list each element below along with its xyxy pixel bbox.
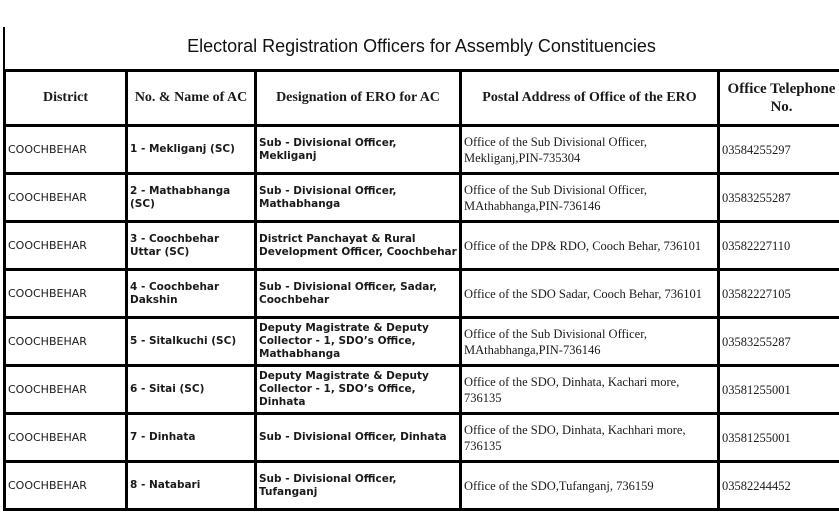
table-row: COOCHBEHAR 1 - Mekliganj (SC) Sub - Divisi… <box>3 124 839 175</box>
document-page: Electoral Registration Officers for Asse… <box>0 0 839 524</box>
cell-telephone: 03583255287 <box>717 316 839 367</box>
cell-ac: 8 - Natabari <box>125 460 257 511</box>
cell-designation: Sub - Divisional Officer, Sadar, Coochbe… <box>254 268 462 319</box>
cell-address: Office of the Sub Divisional Officer, MA… <box>459 316 720 367</box>
cell-designation: Sub - Divisional Officer, Mekliganj <box>254 124 462 175</box>
cell-ac: 1 - Mekliganj (SC) <box>125 124 257 175</box>
table-row: COOCHBEHAR 6 - Sitai (SC) Deputy Magistrat… <box>3 364 839 415</box>
header-designation: Designation of ERO for AC <box>254 69 462 127</box>
cell-telephone: 03581255001 <box>717 364 839 415</box>
cell-district: COOCHBEHAR <box>3 220 128 271</box>
cell-telephone: 03581255001 <box>717 412 839 463</box>
cell-telephone: 03582227105 <box>717 268 839 319</box>
cell-telephone: 03582227110 <box>717 220 839 271</box>
cell-address: Office of the Sub Divisional Officer, Me… <box>459 124 720 175</box>
header-telephone: Office Telephone No. <box>717 69 839 127</box>
cell-ac: 3 - Coochbehar Uttar (SC) <box>125 220 257 271</box>
cell-ac: 5 - Sitalkuchi (SC) <box>125 316 257 367</box>
cell-telephone: 03584255297 <box>717 124 839 175</box>
cell-district: COOCHBEHAR <box>3 460 128 511</box>
cell-address: Office of the SDO,Tufanganj, 736159 <box>459 460 720 511</box>
table-row: COOCHBEHAR 7 - Dinhata Sub - Divisional Of… <box>3 412 839 463</box>
table-row: COOCHBEHAR 8 - Natabari Sub - Divisional O… <box>3 460 839 511</box>
cell-address: Office of the SDO, Dinhata, Kachhari mor… <box>459 412 720 463</box>
cell-designation: Deputy Magistrate & Deputy Collector - 1… <box>254 316 462 367</box>
cell-district: COOCHBEHAR <box>3 364 128 415</box>
cell-address: Office of the SDO Sadar, Cooch Behar, 73… <box>459 268 720 319</box>
cell-designation: Sub - Divisional Officer, Tufanganj <box>254 460 462 511</box>
cell-designation: Sub - Divisional Officer, Mathabhanga <box>254 172 462 223</box>
cell-designation: Sub - Divisional Officer, Dinhata <box>254 412 462 463</box>
cell-ac: 2 - Mathabhanga (SC) <box>125 172 257 223</box>
cell-ac: 6 - Sitai (SC) <box>125 364 257 415</box>
header-ac: No. & Name of AC <box>125 69 257 127</box>
header-district: District <box>3 69 128 127</box>
ero-table: District No. & Name of AC Designation of… <box>3 69 839 511</box>
cell-district: COOCHBEHAR <box>3 412 128 463</box>
cell-ac: 7 - Dinhata <box>125 412 257 463</box>
cell-address: Office of the Sub Divisional Officer, MA… <box>459 172 720 223</box>
cell-designation: Deputy Magistrate & Deputy Collector - 1… <box>254 364 462 415</box>
table-row: COOCHBEHAR 3 - Coochbehar Uttar (SC) Distr… <box>3 220 839 271</box>
table-row: COOCHBEHAR 5 - Sitalkuchi (SC) Deputy Magi… <box>3 316 839 367</box>
cell-district: COOCHBEHAR <box>3 124 128 175</box>
page-title: Electoral Registration Officers for Asse… <box>187 36 656 56</box>
header-address: Postal Address of Office of the ERO <box>459 69 720 127</box>
cell-telephone: 03582244452 <box>717 460 839 511</box>
cell-address: Office of the SDO, Dinhata, Kachari more… <box>459 364 720 415</box>
cell-district: COOCHBEHAR <box>3 316 128 367</box>
cell-district: COOCHBEHAR <box>3 172 128 223</box>
cell-address: Office of the DP& RDO, Cooch Behar, 7361… <box>459 220 720 271</box>
table-header-row: District No. & Name of AC Designation of… <box>3 69 839 127</box>
cell-ac: 4 - Coochbehar Dakshin <box>125 268 257 319</box>
table-row: COOCHBEHAR 4 - Coochbehar Dakshin Sub - Di… <box>3 268 839 319</box>
cell-telephone: 03583255287 <box>717 172 839 223</box>
table-row: COOCHBEHAR 2 - Mathabhanga (SC) Sub - Divi… <box>3 172 839 223</box>
cell-designation: District Panchayat & Rural Development O… <box>254 220 462 271</box>
cell-district: COOCHBEHAR <box>3 268 128 319</box>
